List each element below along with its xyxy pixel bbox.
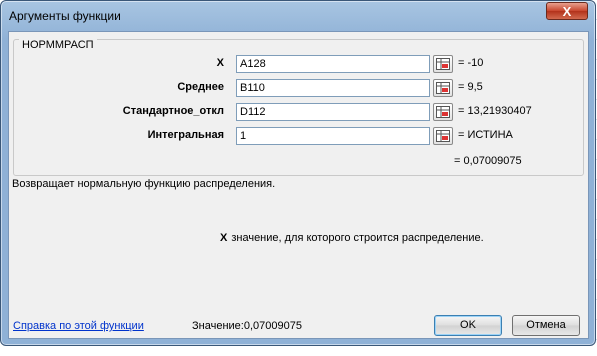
arg-input-mean[interactable]: B110 (236, 79, 430, 97)
arg-value-cumulative: = ИСТИНА (458, 129, 513, 141)
title-bar[interactable]: Аргументы функции X (1, 1, 595, 31)
arg-label-cumulative: Интегральная (147, 129, 224, 141)
function-name: НОРММРАСП (19, 39, 97, 51)
arg-input-std-dev[interactable]: D112 (236, 103, 430, 121)
formula-result: = 0,07009075 (454, 155, 522, 167)
cancel-button[interactable]: Отмена (512, 315, 580, 336)
help-link[interactable]: Справка по этой функции (13, 320, 144, 332)
close-icon: X (562, 3, 572, 19)
result-value-label: Значение: (192, 320, 244, 332)
range-select-icon (436, 58, 450, 70)
range-select-icon (436, 106, 450, 118)
range-select-icon (436, 130, 450, 142)
function-arguments-dialog: Аргументы функции X НОРММРАСП X A128 = -… (0, 0, 596, 346)
ok-button[interactable]: OK (434, 315, 502, 336)
function-description: Возвращает нормальную функцию распределе… (12, 178, 276, 190)
collapse-dialog-button-x[interactable] (433, 55, 453, 73)
collapse-dialog-button-std-dev[interactable] (433, 103, 453, 121)
arg-label-x: X (216, 57, 224, 69)
arg-label-mean: Среднее (177, 81, 224, 93)
arg-input-cumulative[interactable]: 1 (236, 127, 430, 145)
dialog-title: Аргументы функции (9, 9, 121, 23)
argument-help-name: X (220, 232, 228, 244)
result-value-number: 0,07009075 (243, 320, 302, 332)
arg-value-x: = -10 (458, 57, 484, 69)
arg-value-std-dev: = 13,21930407 (458, 105, 532, 117)
collapse-dialog-button-cumulative[interactable] (433, 127, 453, 145)
close-button[interactable]: X (546, 2, 588, 20)
argument-help-text: значение, для которого строится распреде… (231, 232, 484, 244)
argument-help: Xзначение, для которого строится распред… (220, 232, 484, 244)
range-select-icon (436, 82, 450, 94)
sheet-below-dialog (0, 346, 597, 356)
dialog-body: НОРММРАСП X A128 = -10 Среднее B110 = 9,… (8, 31, 589, 339)
result-value: Значение:0,07009075 (192, 320, 302, 332)
arg-label-std-dev: Стандартное_откл (122, 105, 224, 117)
arg-value-mean: = 9,5 (458, 81, 483, 93)
collapse-dialog-button-mean[interactable] (433, 79, 453, 97)
arg-input-x[interactable]: A128 (236, 55, 430, 73)
